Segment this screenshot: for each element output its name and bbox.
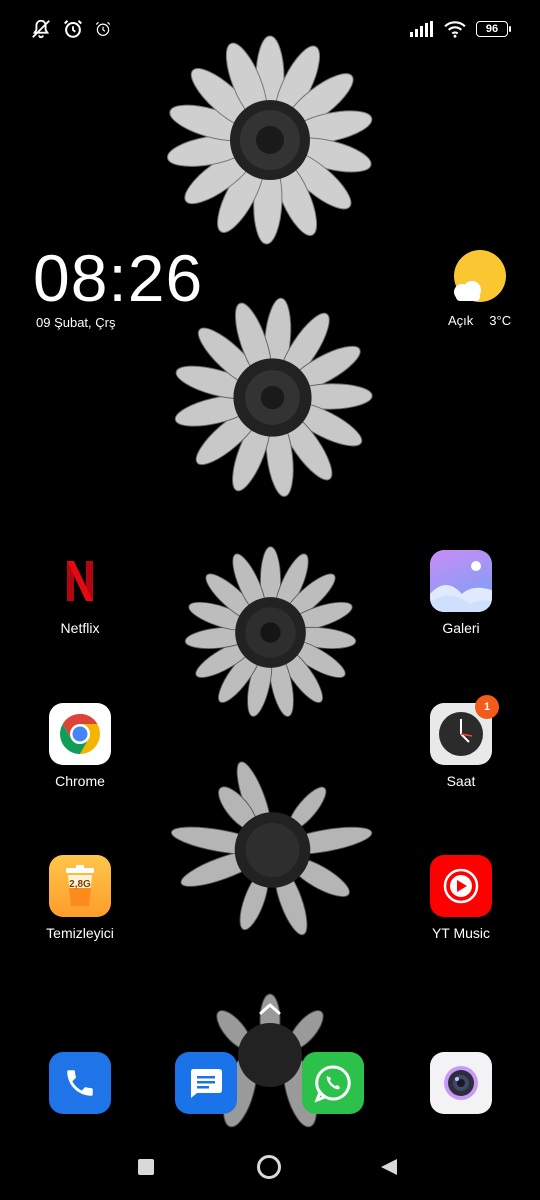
cleaner-storage: 2,8G <box>69 879 91 890</box>
chevron-up-icon[interactable] <box>258 1002 282 1016</box>
clock-time[interactable]: 08:26 <box>33 240 203 316</box>
notifications-muted-icon <box>32 19 50 39</box>
app-label: Saat <box>446 773 476 789</box>
wifi-icon <box>444 21 466 38</box>
app-label: Netflix <box>60 620 100 636</box>
cleaner-icon: 2,8G <box>49 855 111 917</box>
app-cleaner[interactable]: 2,8G Temizleyici <box>25 855 135 941</box>
dock-whatsapp[interactable] <box>302 1052 364 1114</box>
app-chrome[interactable]: Chrome <box>25 703 135 789</box>
status-bar-right: 96 <box>410 20 511 38</box>
wallpaper-daisy-3 <box>184 546 357 717</box>
alarm-icon <box>64 20 82 38</box>
app-label: Galeri <box>442 620 480 636</box>
recents-button[interactable] <box>137 1158 155 1176</box>
home-button[interactable] <box>256 1154 282 1180</box>
battery-level: 96 <box>485 23 499 35</box>
notification-badge: 1 <box>475 695 499 719</box>
app-gallery[interactable]: Galeri <box>406 550 516 636</box>
dock-messages[interactable] <box>175 1052 237 1114</box>
weather-condition: Açık <box>448 313 474 328</box>
back-button[interactable] <box>380 1158 398 1176</box>
dock-camera[interactable] <box>430 1052 492 1114</box>
camera-icon <box>444 1066 478 1100</box>
app-yt-music[interactable]: YT Music <box>406 855 516 941</box>
app-label: Temizleyici <box>46 925 114 941</box>
battery-icon: 96 <box>476 21 511 37</box>
dock-phone[interactable] <box>49 1052 111 1114</box>
app-netflix[interactable]: Netflix <box>25 550 135 636</box>
clock-app-icon: 1 <box>430 695 499 765</box>
sun-cloud-icon[interactable] <box>448 250 508 306</box>
status-bar-left <box>30 18 112 40</box>
app-label: Chrome <box>55 773 105 789</box>
wallpaper-daisy-4 <box>170 761 373 936</box>
app-clock[interactable]: 1 Saat <box>406 695 516 789</box>
messages-icon <box>191 1069 222 1098</box>
chrome-icon <box>49 703 111 765</box>
whatsapp-icon <box>314 1065 351 1103</box>
weather-temperature: 3°C <box>489 313 512 328</box>
weather-info[interactable]: Açık 3°C <box>448 313 511 328</box>
yt-music-icon <box>430 855 492 917</box>
phone-icon <box>67 1070 93 1096</box>
alarm-outline-icon <box>95 21 111 36</box>
clock-date[interactable]: 09 Şubat, Çrş <box>36 315 116 330</box>
wallpaper-daisy-2 <box>174 297 373 497</box>
app-label: YT Music <box>431 925 491 941</box>
signal-icon <box>410 21 433 37</box>
wallpaper-daisy-1 <box>167 35 373 245</box>
gallery-icon <box>430 550 492 612</box>
netflix-icon <box>49 550 111 612</box>
